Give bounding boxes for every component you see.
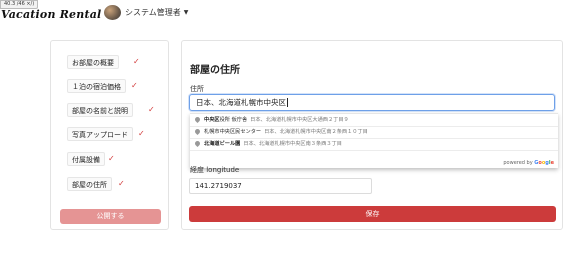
check-icon: ✓	[148, 105, 155, 114]
user-name: システム管理者	[125, 8, 181, 17]
check-icon: ✓	[131, 81, 138, 90]
address-value: 日本、北海道札幌市中央区	[196, 98, 286, 107]
step-label: 写真アップロード	[72, 131, 128, 139]
map-pin-icon	[193, 127, 202, 136]
google-logo: Google	[534, 160, 554, 166]
address-card: 部屋の住所 住所 日本、北海道札幌市中央区 中央区役所 仮庁舎 日本、北海道札幌市…	[181, 40, 563, 230]
publish-button[interactable]: 公開する	[60, 209, 161, 224]
step-price[interactable]: １泊の宿泊価格	[67, 79, 126, 93]
suggestion-secondary: 日本、北海道札幌市中央区南２条西１０丁目	[264, 129, 368, 135]
longitude-input[interactable]: 141.2719037	[189, 178, 372, 194]
powered-by-text: powered by	[503, 160, 533, 166]
suggestion-main: 役所 仮庁舎	[219, 117, 248, 123]
page-title: 部屋の住所	[190, 65, 240, 76]
save-button[interactable]: 保存	[189, 206, 556, 222]
step-amenities[interactable]: 付属設備	[67, 152, 105, 166]
map-pin-icon	[193, 139, 202, 148]
step-label: 付属設備	[72, 156, 100, 164]
suggestion-secondary: 日本、北海道札幌市中央区大通西２丁目９	[250, 117, 349, 123]
logo[interactable]: Vacation Rental	[1, 8, 101, 21]
suggestion-match: 北海道ビール園	[204, 141, 241, 147]
step-label: お部屋の概要	[72, 59, 114, 67]
user-menu[interactable]: システム管理者 ▼	[104, 5, 188, 20]
map-pin-icon	[193, 115, 202, 124]
caret-down-icon: ▼	[183, 9, 189, 16]
longitude-label: 経度 longitude	[190, 166, 240, 174]
check-icon: ✓	[118, 179, 125, 188]
powered-by-google: powered by Google	[503, 160, 554, 166]
check-icon: ✓	[108, 154, 115, 163]
step-label: １泊の宿泊価格	[72, 83, 121, 91]
step-photo-upload[interactable]: 写真アップロード	[67, 127, 133, 141]
check-icon: ✓	[133, 57, 140, 66]
longitude-value: 141.2719037	[195, 182, 242, 190]
suggestion-secondary: 日本、北海道札幌市中央区南３条西３丁目	[243, 141, 342, 147]
step-name-description[interactable]: 部屋の名前と説明	[67, 103, 133, 117]
steps-card: お部屋の概要 ✓ １泊の宿泊価格 ✓ 部屋の名前と説明 ✓ 写真アップロード ✓…	[50, 40, 169, 230]
step-address[interactable]: 部屋の住所	[67, 177, 112, 191]
address-input[interactable]: 日本、北海道札幌市中央区	[189, 94, 555, 111]
suggestion-match: 中央区	[204, 117, 220, 123]
step-label: 部屋の住所	[72, 181, 107, 189]
step-label: 部屋の名前と説明	[72, 107, 128, 115]
suggestion-main: 札幌市中央区民センター	[204, 129, 262, 135]
avatar	[104, 5, 121, 20]
check-icon: ✓	[138, 129, 145, 138]
autocomplete-dropdown: 中央区役所 仮庁舎 日本、北海道札幌市中央区大通西２丁目９ 札幌市中央区民センター…	[190, 113, 558, 168]
address-label: 住所	[190, 85, 204, 93]
suggestion-item[interactable]: 北海道ビール園 日本、北海道札幌市中央区南３条西３丁目	[190, 138, 558, 151]
step-overview[interactable]: お部屋の概要	[67, 55, 119, 69]
